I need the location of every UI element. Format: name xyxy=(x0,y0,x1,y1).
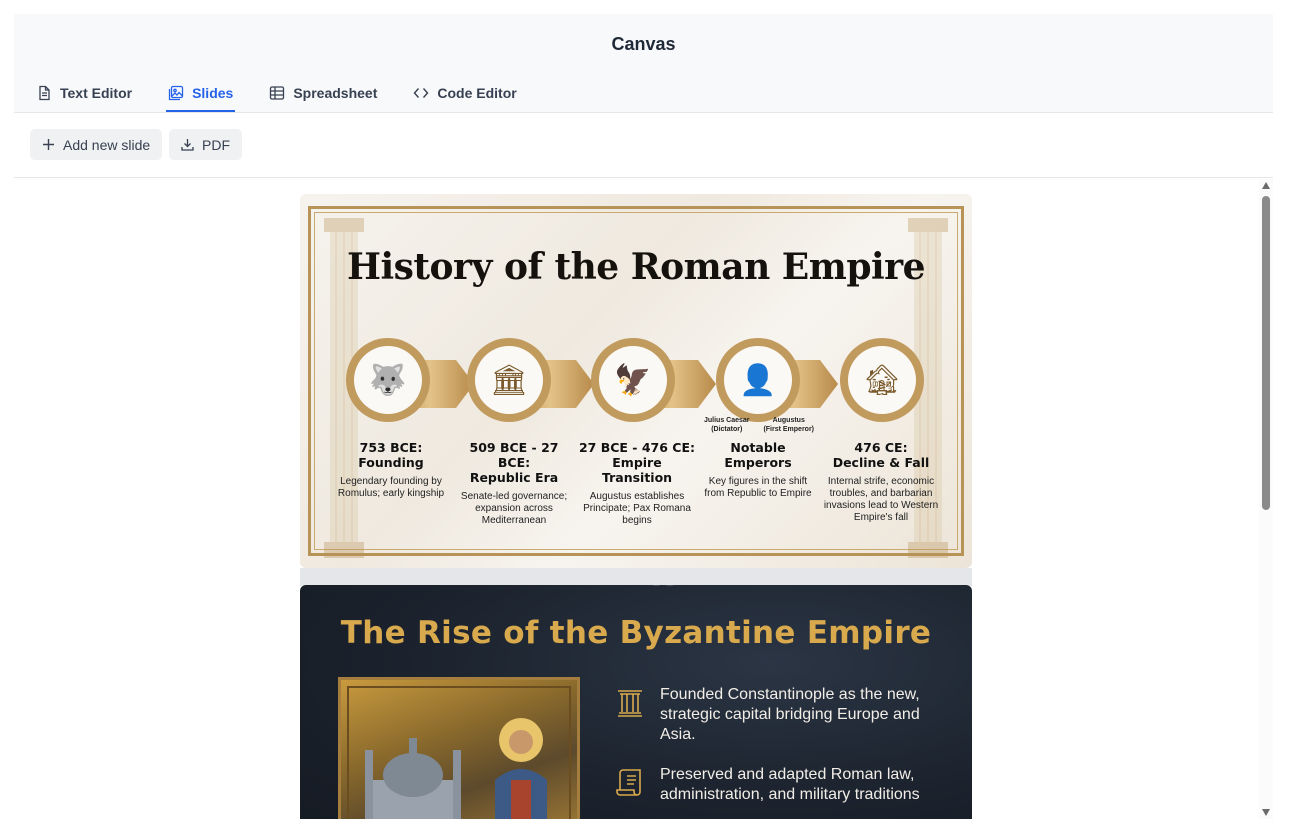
scroll-up-icon[interactable] xyxy=(1262,182,1270,189)
caption-augustus: Augustus (First Emperor) xyxy=(763,417,814,433)
era-circle-founding: 🐺 xyxy=(346,338,430,422)
ruins-icon: 🏚 xyxy=(862,363,902,397)
pdf-label: PDF xyxy=(202,136,230,153)
era-description: Senate-led governance; expansion across … xyxy=(460,491,568,526)
add-new-slide-button[interactable]: Add new slide xyxy=(30,129,163,160)
church-icon xyxy=(365,738,461,819)
era-description: Augustus establishes Principate; Pax Rom… xyxy=(583,491,691,526)
eagle-icon: 🦅 xyxy=(614,363,652,397)
scroll-icon xyxy=(616,769,641,796)
tab-slides[interactable]: Slides xyxy=(166,76,236,112)
tab-text-editor[interactable]: Text Editor xyxy=(34,76,134,112)
page-title: Canvas xyxy=(611,34,676,54)
slide-2[interactable]: IC The Rise of the Byzantine Empire Foun… xyxy=(300,585,972,819)
plus-icon xyxy=(43,139,54,150)
tab-label: Slides xyxy=(192,85,234,101)
canvas-app: Canvas Text Editor Slides Spreadsheet Co… xyxy=(14,14,1273,819)
era-decline: 476 CE: Decline & Fall Internal strife, … xyxy=(822,440,940,524)
era-emperors: Notable Emperors Key figures in the shif… xyxy=(699,440,817,500)
temple-icon: 🏛 xyxy=(489,363,529,397)
era-founding: 753 BCE: Founding Legendary founding by … xyxy=(332,440,450,500)
bullet-2: Preserved and adapted Roman law, adminis… xyxy=(616,765,940,805)
era-title: 476 CE: Decline & Fall xyxy=(832,440,930,470)
slides-toolbar: Add new slide PDF xyxy=(14,113,1273,178)
vertical-scrollbar[interactable] xyxy=(1259,179,1273,819)
bullet-text: Founded Constantinople as the new, strat… xyxy=(660,686,920,743)
caption-caesar: Julius Caesar (Dictator) xyxy=(704,417,750,433)
background-monogram: IC xyxy=(652,585,678,592)
bullet-1: Founded Constantinople as the new, strat… xyxy=(616,685,940,745)
scroll-down-icon[interactable] xyxy=(1262,809,1270,816)
era-title: Notable Emperors xyxy=(724,440,792,470)
timeline-band: 🐺 🏛 🦅 👤 🏚 xyxy=(346,338,928,422)
tab-code-editor[interactable]: Code Editor xyxy=(411,76,518,112)
bullet-text: Preserved and adapted Roman law, adminis… xyxy=(660,766,920,803)
slides-viewport[interactable]: History of the Roman Empire 🐺 🏛 🦅 👤 🏚 Ju… xyxy=(14,179,1273,819)
emperor-captions: Julius Caesar (Dictator) Augustus (First… xyxy=(704,416,814,434)
era-circle-empire: 🦅 xyxy=(591,338,675,422)
era-title: 27 BCE - 476 CE: Empire Transition xyxy=(578,440,696,485)
slide-1[interactable]: History of the Roman Empire 🐺 🏛 🦅 👤 🏚 Ju… xyxy=(300,194,972,568)
era-circle-republic: 🏛 xyxy=(467,338,551,422)
era-republic: 509 BCE - 27 BCE: Republic Era Senate-le… xyxy=(455,440,573,527)
figure-icon xyxy=(495,718,547,819)
era-title: 509 BCE - 27 BCE: Republic Era xyxy=(469,440,559,485)
document-icon xyxy=(39,85,50,101)
era-circle-emperors: 👤 xyxy=(716,338,800,422)
slide-title: The Rise of the Byzantine Empire xyxy=(340,615,932,651)
tab-label: Text Editor xyxy=(60,85,133,101)
era-description: Internal strife, economic troubles, and … xyxy=(823,476,939,523)
add-slide-label: Add new slide xyxy=(63,136,151,153)
byzantine-mosaic-image xyxy=(338,677,580,819)
scrollbar-thumb[interactable] xyxy=(1262,196,1270,510)
tab-bar: Text Editor Slides Spreadsheet Code Edit… xyxy=(34,76,551,112)
wolf-icon: 🐺 xyxy=(369,363,407,397)
busts-icon: 👤 xyxy=(739,363,777,397)
slide-title: History of the Roman Empire xyxy=(346,246,926,288)
column-icon xyxy=(618,690,642,717)
image-icon xyxy=(168,85,184,101)
pdf-download-button[interactable]: PDF xyxy=(169,129,242,160)
tab-label: Spreadsheet xyxy=(293,85,378,101)
table-icon xyxy=(270,86,285,100)
era-description: Key figures in the shift from Republic t… xyxy=(704,476,812,499)
era-empire-transition: 27 BCE - 476 CE: Empire Transition Augus… xyxy=(578,440,696,527)
canvas-header: Canvas Text Editor Slides Spreadsheet Co… xyxy=(14,14,1273,113)
slide-separator xyxy=(300,568,972,586)
era-description: Legendary founding by Romulus; early kin… xyxy=(337,476,445,499)
era-title: 753 BCE: Founding xyxy=(358,440,424,470)
download-icon xyxy=(181,139,194,151)
tab-label: Code Editor xyxy=(437,85,517,101)
tab-spreadsheet[interactable]: Spreadsheet xyxy=(267,76,379,112)
era-circle-decline: 🏚 xyxy=(840,338,924,422)
code-icon xyxy=(413,88,429,98)
